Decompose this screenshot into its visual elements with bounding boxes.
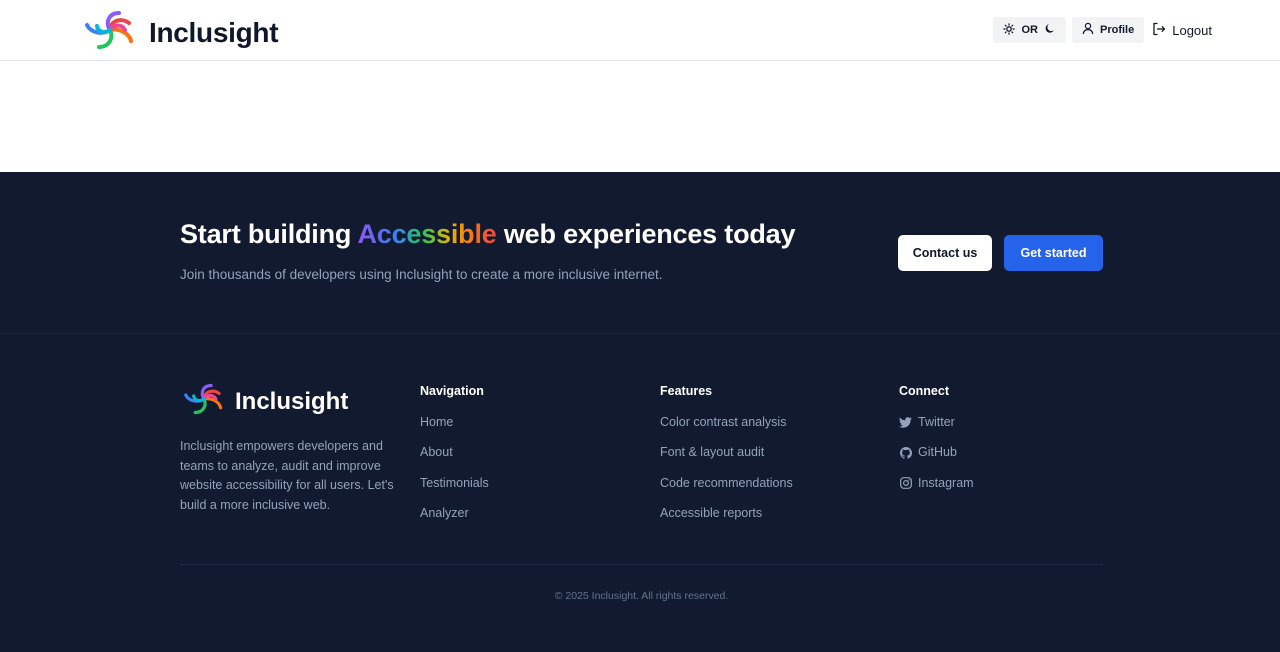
- logout-label: Logout: [1172, 22, 1212, 38]
- brand-name: Inclusight: [149, 16, 279, 48]
- logout-button[interactable]: Logout: [1150, 17, 1212, 43]
- footer-link-home[interactable]: Home: [420, 415, 489, 445]
- twitter-label: Twitter: [918, 415, 955, 429]
- footer-navigation: Navigation Home About Testimonials Analy…: [420, 384, 489, 536]
- footer-link-github[interactable]: GitHub: [899, 445, 974, 475]
- instagram-icon: [899, 477, 912, 490]
- user-icon: [1082, 22, 1094, 38]
- copyright: © 2025 Inclusight. All rights reserved.: [554, 590, 729, 602]
- twitter-icon: [899, 416, 912, 429]
- footer-link-about[interactable]: About: [420, 445, 489, 475]
- footer-link-font-layout[interactable]: Font & layout audit: [660, 445, 793, 475]
- footer-divider: [180, 564, 1103, 565]
- profile-button[interactable]: Profile: [1072, 17, 1145, 43]
- brand-logo-link[interactable]: Inclusight: [81, 9, 279, 56]
- site-header: Inclusight OR Profile Logout: [0, 0, 1280, 61]
- get-started-button[interactable]: Get started: [1004, 235, 1103, 271]
- cta-title-end: web experiences today: [496, 219, 796, 249]
- theme-toggle[interactable]: OR: [992, 17, 1066, 43]
- moon-icon: [1045, 23, 1056, 37]
- footer-brand-name: Inclusight: [235, 387, 349, 415]
- cta-section: Start building Accessible web experience…: [0, 172, 1280, 334]
- swirl-logo-icon: [81, 9, 139, 56]
- theme-toggle-text: OR: [1021, 24, 1039, 36]
- profile-label: Profile: [1100, 24, 1135, 36]
- sun-icon: [1002, 22, 1015, 38]
- instagram-label: Instagram: [918, 475, 974, 490]
- footer-link-twitter[interactable]: Twitter: [899, 415, 974, 445]
- logout-icon: [1152, 22, 1166, 39]
- footer-link-analyzer[interactable]: Analyzer: [420, 506, 489, 536]
- footer-link-testimonials[interactable]: Testimonials: [420, 476, 489, 506]
- site-footer: Inclusight Inclusight empowers developer…: [0, 334, 1280, 652]
- footer-features: Features Color contrast analysis Font & …: [660, 384, 793, 536]
- cta-title: Start building Accessible web experience…: [180, 219, 796, 250]
- cta-title-highlight: Accessible: [357, 219, 497, 249]
- footer-brand[interactable]: Inclusight: [181, 382, 348, 421]
- footer-description: Inclusight empowers developers and teams…: [180, 439, 394, 512]
- footer-connect: Connect Twitter GitHub Instagram: [899, 384, 974, 506]
- footer-link-accessible-reports[interactable]: Accessible reports: [660, 506, 793, 536]
- navigation-heading: Navigation: [420, 384, 484, 398]
- header-actions: OR Profile Logout: [992, 17, 1212, 43]
- footer-link-instagram[interactable]: Instagram: [899, 476, 974, 506]
- footer-link-code-recommendations[interactable]: Code recommendations: [660, 476, 793, 506]
- cta-title-start: Start building: [180, 219, 358, 249]
- cta-subtitle: Join thousands of developers using Inclu…: [180, 267, 663, 282]
- contact-us-button[interactable]: Contact us: [898, 235, 992, 271]
- footer-link-color-contrast[interactable]: Color contrast analysis: [660, 415, 793, 445]
- github-label: GitHub: [918, 445, 957, 460]
- connect-heading: Connect: [899, 384, 949, 398]
- swirl-logo-icon: [181, 382, 227, 421]
- features-heading: Features: [660, 384, 713, 398]
- github-icon: [899, 446, 912, 459]
